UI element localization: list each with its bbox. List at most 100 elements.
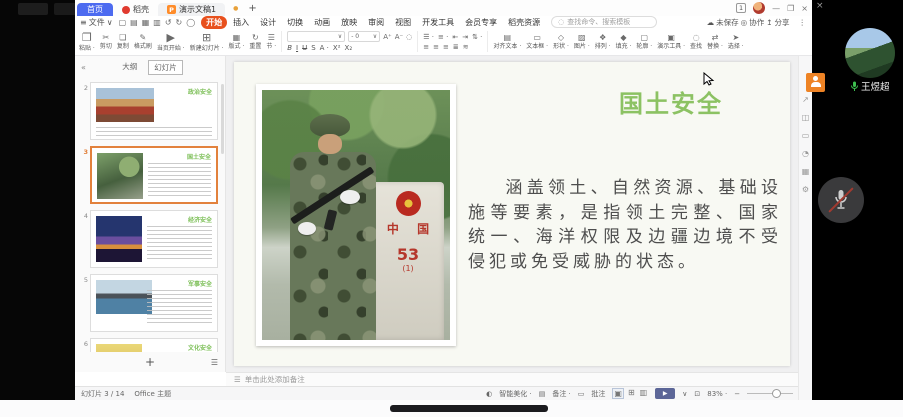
account-avatar[interactable] <box>753 2 765 14</box>
more-menu-icon[interactable]: ⋮ <box>799 18 807 27</box>
format-button[interactable]: B <box>287 44 292 52</box>
panel-tab[interactable]: 大纲 <box>117 60 142 75</box>
tab-docer[interactable]: 稻壳 <box>113 3 158 16</box>
comment-button[interactable]: 批注 <box>591 389 605 399</box>
format-button[interactable]: X₂ <box>345 44 353 52</box>
indent-decrease-icon[interactable]: ⇤ <box>452 33 458 41</box>
slide-thumbnail[interactable]: 5 军事安全 <box>77 274 218 332</box>
notes-panel-icon[interactable]: ▭ <box>802 131 810 140</box>
share-button[interactable]: ↥分享 <box>766 17 789 28</box>
numbered-list-icon[interactable]: ≡ · <box>438 33 448 41</box>
notes-toggle-button[interactable]: 备注 · <box>552 389 570 399</box>
history-panel-icon[interactable]: ◔ <box>802 149 809 158</box>
outline-button[interactable]: ▢ 轮廓 · <box>636 33 652 51</box>
paste-button[interactable]: ❐ 粘贴 · <box>79 31 95 52</box>
settings-panel-icon[interactable]: ⚙ <box>802 185 809 194</box>
zoom-slider-knob[interactable] <box>772 389 781 398</box>
picture-button[interactable]: ▨ 图片 · <box>574 33 590 51</box>
section-button[interactable]: ☰ 节 · <box>266 33 276 51</box>
restore-button[interactable]: ❐ <box>787 4 794 13</box>
align-text-button[interactable]: ▤ 对齐文本 · <box>493 33 521 51</box>
zoom-out-button[interactable]: − <box>734 390 740 398</box>
slide-thumbnail-card[interactable]: 文化安全 <box>90 338 218 352</box>
indent-increase-icon[interactable]: ⇥ <box>462 33 468 41</box>
layout-button[interactable]: ▦ 版式 · <box>229 33 245 51</box>
replace-button[interactable]: ⇄ 替换 · <box>707 33 723 51</box>
tab-home[interactable]: 首页 <box>77 3 113 16</box>
fit-slide-icon[interactable]: ⊡ <box>694 390 700 398</box>
align-right-icon[interactable]: ≡ <box>443 43 449 51</box>
slide-sorter-icon[interactable]: ⊞ <box>627 388 636 399</box>
slide-thumbnail[interactable]: 2 政治安全 <box>77 82 218 140</box>
slide-thumbnail-card[interactable]: 国土安全 <box>90 146 218 204</box>
menu-item[interactable]: 视图 <box>390 16 416 29</box>
notification-badge[interactable]: 1 <box>736 3 746 13</box>
distribute-icon[interactable]: ≋ <box>463 43 469 51</box>
undo-icon[interactable]: ↺ <box>165 18 172 27</box>
presentation-tools-button[interactable]: ▣ 演示工具 · <box>657 33 685 51</box>
participant-avatar[interactable] <box>845 28 895 78</box>
font-size-select[interactable]: - 0 ∨ <box>348 31 380 42</box>
open-file-icon[interactable]: ▤ <box>130 18 138 27</box>
close-icon[interactable]: × <box>816 1 824 11</box>
format-button[interactable]: U <box>302 44 307 52</box>
new-tab-button[interactable]: + <box>248 3 256 14</box>
line-spacing-icon[interactable]: ⇅ · <box>472 33 482 41</box>
save-icon[interactable]: ▦ <box>142 18 150 27</box>
layout-panel-icon[interactable]: ◫ <box>802 113 810 122</box>
play-dropdown-icon[interactable]: ∨ <box>682 390 687 398</box>
slide-thumbnail[interactable]: 4 经济安全 <box>77 210 218 268</box>
close-button[interactable]: × <box>801 4 808 13</box>
menu-item[interactable]: 会员专享 <box>460 16 502 29</box>
command-search-input[interactable]: ◌ 查找命令、搜索模板 <box>551 16 657 28</box>
participants-list-button[interactable] <box>806 73 825 92</box>
bullet-list-icon[interactable]: ☰ · <box>423 33 434 41</box>
new-file-icon[interactable]: ▢ <box>119 18 127 27</box>
align-center-icon[interactable]: ≡ <box>433 43 439 51</box>
justify-icon[interactable]: ≣ <box>453 43 459 51</box>
clear-format-button[interactable]: ◌ <box>406 33 412 41</box>
beautify-button[interactable]: 智能美化 · <box>499 389 531 399</box>
format-button[interactable]: X² <box>333 44 341 52</box>
shapes-button[interactable]: ◇ 形状 · <box>553 33 569 51</box>
normal-view-icon[interactable]: ▣ <box>612 388 624 399</box>
text-box-button[interactable]: ▭ 文本框 · <box>526 33 548 51</box>
panel-menu-icon[interactable]: ☰ <box>211 358 218 367</box>
format-button[interactable]: S <box>311 44 315 52</box>
arrange-button[interactable]: ❖ 排列 · <box>595 33 611 51</box>
microphone-muted-button[interactable] <box>818 177 864 223</box>
minimize-button[interactable]: — <box>772 4 780 13</box>
print-icon[interactable]: ▥ <box>153 18 161 27</box>
menu-item[interactable]: 开始 <box>201 16 227 29</box>
play-from-current-button[interactable]: ▶ 当页开始 · <box>157 31 185 52</box>
slide-title[interactable]: 国土安全 <box>619 84 723 119</box>
slide[interactable]: 中 国 53 (1) 国土安全 涵盖领土、自然资源、基础设施等要 <box>234 62 790 366</box>
menu-item[interactable]: 设计 <box>255 16 281 29</box>
panel-tab[interactable]: 幻灯片 <box>148 60 183 75</box>
zoom-slider[interactable] <box>747 393 793 394</box>
more-commands-icon[interactable]: ◯ <box>186 18 195 27</box>
dimmed-meeting-button[interactable] <box>18 3 48 15</box>
collaborate-button[interactable]: ◎协作 <box>741 17 765 28</box>
shrink-font-button[interactable]: A⁻ <box>395 33 403 41</box>
menu-item[interactable]: 切换 <box>282 16 308 29</box>
menu-item[interactable]: 动画 <box>309 16 335 29</box>
copy-button[interactable]: ❏ 复制 <box>117 33 129 51</box>
font-name-select[interactable]: ∨ <box>287 31 345 42</box>
slide-thumbnail[interactable]: 6 文化安全 <box>77 338 218 352</box>
find-button[interactable]: ◌ 查找 <box>690 33 702 51</box>
select-button[interactable]: ➤ 选择 · <box>728 33 744 51</box>
align-left-icon[interactable]: ≡ <box>423 43 429 51</box>
share-panel-icon[interactable]: ↗ <box>802 95 809 104</box>
slide-thumbnail-card[interactable]: 军事安全 <box>90 274 218 332</box>
reading-view-icon[interactable]: ▥ <box>639 388 649 399</box>
menu-item[interactable]: 审阅 <box>363 16 389 29</box>
file-menu[interactable]: ≡ 文件 ∨ <box>80 17 113 28</box>
zoom-level[interactable]: 83% · <box>707 390 727 398</box>
menu-item[interactable]: 稻壳资源 <box>503 16 545 29</box>
menu-item[interactable]: 插入 <box>228 16 254 29</box>
format-painter-button[interactable]: ✎ 格式刷 <box>134 33 152 51</box>
taskbar-hint[interactable] <box>390 405 548 412</box>
tab-document[interactable]: P 演示文稿1 <box>158 3 225 16</box>
slide-thumbnail-card[interactable]: 政治安全 <box>90 82 218 140</box>
